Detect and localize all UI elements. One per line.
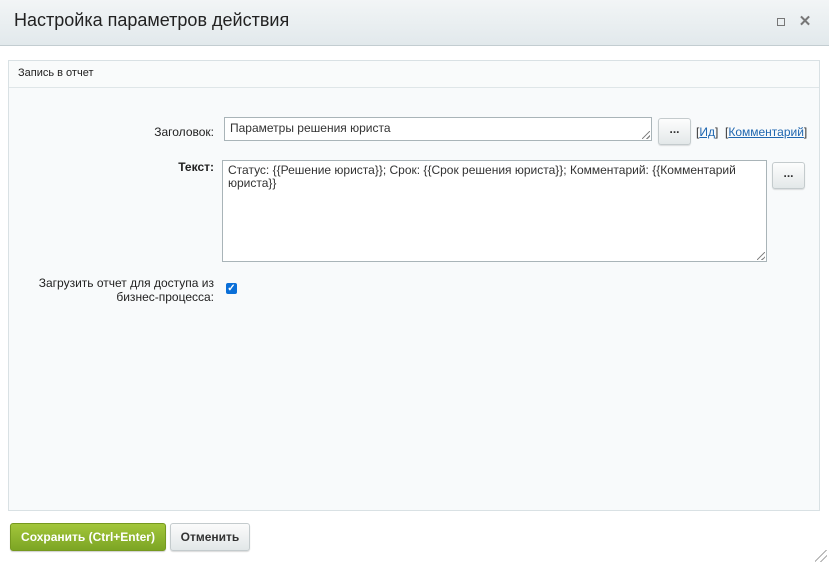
heading-insert-button[interactable]: ... — [658, 118, 691, 145]
resize-grip-icon[interactable] — [757, 252, 765, 260]
save-button[interactable]: Сохранить (Ctrl+Enter) — [10, 523, 166, 551]
panel-title: Запись в отчет — [18, 67, 94, 79]
upload-checkbox[interactable]: ✓ — [226, 283, 237, 294]
heading-input-value: Параметры решения юриста — [230, 121, 391, 135]
close-icon[interactable]: ✕ — [798, 14, 812, 29]
text-textarea-value: Статус: {{Решение юриста}}; Срок: {{Срок… — [228, 163, 736, 190]
maximize-icon[interactable] — [774, 15, 788, 29]
heading-label: Заголовок: — [154, 125, 214, 139]
dialog-titlebar: Настройка параметров действия ✕ — [0, 0, 829, 46]
checkmark-icon: ✓ — [227, 283, 236, 294]
cancel-button[interactable]: Отменить — [170, 523, 250, 551]
heading-links: [Ид] [Комментарий] — [696, 125, 808, 139]
dialog-resize-grip-icon[interactable] — [815, 550, 827, 562]
text-label: Текст: — [178, 160, 214, 174]
resize-grip-icon[interactable] — [642, 131, 650, 139]
dialog-title: Настройка параметров действия — [14, 10, 290, 30]
panel-header: Запись в отчет — [9, 61, 819, 88]
id-link[interactable]: Ид — [699, 125, 715, 139]
upload-label: Загрузить отчет для доступа из бизнес-пр… — [38, 276, 214, 304]
heading-input[interactable]: Параметры решения юриста — [224, 117, 652, 141]
comment-link[interactable]: Комментарий — [728, 125, 804, 139]
text-textarea[interactable]: Статус: {{Решение юриста}}; Срок: {{Срок… — [222, 160, 767, 262]
text-insert-button[interactable]: ... — [772, 162, 805, 189]
